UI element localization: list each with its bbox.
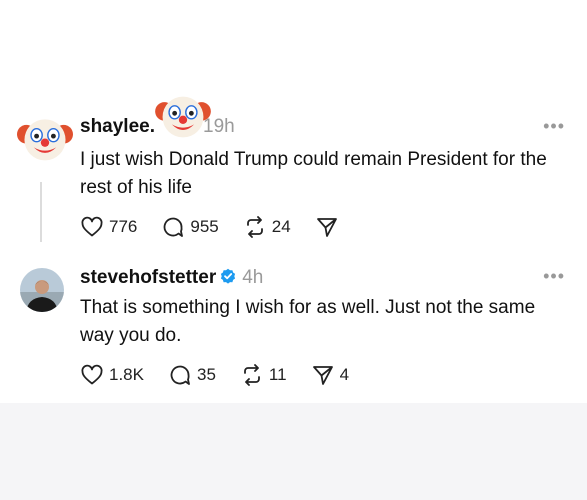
post-text: That is something I wish for as well. Ju…: [80, 297, 536, 346]
send-icon: [316, 218, 337, 237]
more-options-icon[interactable]: •••: [543, 116, 565, 137]
action-bar: 776 955 24: [80, 215, 368, 239]
thread-card: shaylee. 19h ••• I just wish Donald Trump…: [0, 0, 587, 403]
like-button[interactable]: 1.8K: [80, 363, 144, 387]
share-button[interactable]: 4: [311, 363, 349, 387]
send-icon: [312, 366, 333, 385]
post: stevehofstetter 4h ••• That is something …: [0, 262, 587, 392]
reply-count: 955: [190, 217, 219, 236]
repost-count: 24: [271, 217, 291, 236]
reply-count: 35: [196, 365, 216, 384]
like-count: 776: [109, 217, 138, 236]
clown-face-icon: [153, 91, 213, 143]
post-text: I just wish Donald Trump could remain Pr…: [80, 149, 547, 198]
like-button[interactable]: 776: [80, 215, 137, 239]
comment-icon: [163, 217, 184, 237]
action-bar: 1.8K 35 11 4: [80, 363, 373, 387]
comment-icon: [170, 365, 190, 385]
profile-photo[interactable]: [20, 268, 64, 312]
username[interactable]: stevehofstetter: [80, 267, 216, 288]
repost-count: 11: [268, 365, 287, 384]
repost-button[interactable]: 24: [243, 215, 291, 239]
post-meta: stevehofstetter 4h: [80, 267, 263, 289]
repost-button[interactable]: 11: [240, 363, 287, 387]
post: shaylee. 19h ••• I just wish Donald Trump…: [0, 96, 587, 256]
share-button[interactable]: [315, 215, 344, 239]
more-options-icon[interactable]: •••: [543, 266, 565, 287]
verified-badge-icon: [221, 268, 236, 284]
clown-face-icon[interactable]: [17, 110, 73, 166]
share-count: 4: [339, 365, 350, 384]
reply-button[interactable]: 35: [168, 363, 216, 387]
like-count: 1.8K: [109, 365, 144, 384]
timestamp: 4h: [242, 267, 264, 288]
heart-icon: [81, 364, 103, 385]
reply-button[interactable]: 955: [161, 215, 219, 239]
thread-line: [40, 182, 42, 242]
username[interactable]: shaylee.: [80, 116, 155, 137]
heart-icon: [81, 216, 103, 237]
repost-icon: [244, 364, 260, 386]
repost-icon: [246, 216, 263, 238]
